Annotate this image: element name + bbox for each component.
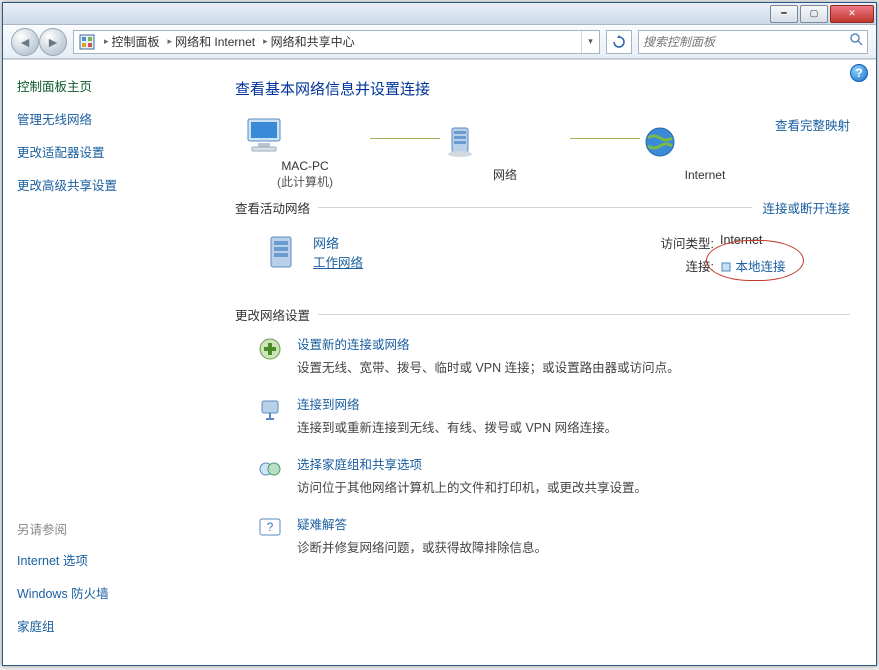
task-link[interactable]: 设置新的连接或网络 xyxy=(297,338,410,352)
connect-network-icon xyxy=(255,394,285,424)
task-link[interactable]: 疑难解答 xyxy=(297,518,347,532)
sidebar-link-sharing[interactable]: 更改高级共享设置 xyxy=(17,175,199,194)
seealso-homegroup[interactable]: 家庭组 xyxy=(17,616,199,635)
nav-bar: ◄ ► ▸控制面板 ▸网络和 Internet ▸网络和共享中心 ▾ xyxy=(3,25,876,59)
search-input[interactable] xyxy=(643,35,849,49)
control-panel-icon xyxy=(74,34,100,50)
troubleshoot-icon: ? xyxy=(255,514,285,544)
breadcrumb-seg-2[interactable]: ▸网络和 Internet xyxy=(164,31,260,53)
map-node-computer: MAC-PC (此计算机) xyxy=(240,115,370,190)
minimize-button[interactable]: ━ xyxy=(770,5,798,23)
active-network-name: 网络 xyxy=(313,233,523,252)
network-large-icon xyxy=(261,233,301,273)
section-heading: 查看活动网络 xyxy=(235,198,310,217)
sidebar-link-adapter[interactable]: 更改适配器设置 xyxy=(17,142,199,161)
map-node-label: MAC-PC xyxy=(240,159,370,173)
refresh-button[interactable] xyxy=(606,30,632,54)
sidebar-heading: 控制面板主页 xyxy=(17,76,199,95)
search-box[interactable] xyxy=(638,30,868,54)
task-connect-network: 连接到网络 连接到或重新连接到无线、有线、拨号或 VPN 网络连接。 xyxy=(255,394,850,436)
task-homegroup: 选择家庭组和共享选项 访问位于其他网络计算机上的文件和打印机，或更改共享设置。 xyxy=(255,454,850,496)
task-troubleshoot: ? 疑难解答 诊断并修复网络问题，或获得故障排除信息。 xyxy=(255,514,850,556)
task-desc: 设置无线、宽带、拨号、临时或 VPN 连接；或设置路由器或访问点。 xyxy=(297,357,680,376)
maximize-button[interactable]: ▢ xyxy=(800,5,828,23)
connect-disconnect-link[interactable]: 连接或断开连接 xyxy=(762,198,850,217)
breadcrumb-label: 网络和 Internet xyxy=(175,33,255,50)
task-desc: 访问位于其他网络计算机上的文件和打印机，或更改共享设置。 xyxy=(297,477,647,496)
task-link[interactable]: 连接到网络 xyxy=(297,398,360,412)
address-bar[interactable]: ▸控制面板 ▸网络和 Internet ▸网络和共享中心 ▾ xyxy=(73,30,600,54)
page-title: 查看基本网络信息并设置连接 xyxy=(235,78,850,99)
access-type-value: Internet xyxy=(720,233,762,252)
network-map: MAC-PC (此计算机) 网络 Internet xyxy=(235,115,775,190)
task-link[interactable]: 选择家庭组和共享选项 xyxy=(297,458,422,472)
access-type-label: 访问类型: xyxy=(650,233,714,252)
map-node-sublabel: (此计算机) xyxy=(240,173,370,190)
breadcrumb-label: 控制面板 xyxy=(112,33,160,50)
map-node-label: Internet xyxy=(640,168,770,182)
content-area: 控制面板主页 管理无线网络 更改适配器设置 更改高级共享设置 另请参阅 Inte… xyxy=(3,59,876,665)
breadcrumb-seg-1[interactable]: ▸控制面板 xyxy=(100,31,164,53)
computer-icon xyxy=(240,115,288,155)
map-node-network: 网络 xyxy=(440,122,570,183)
address-dropdown[interactable]: ▾ xyxy=(581,31,599,53)
svg-text:?: ? xyxy=(267,520,274,534)
breadcrumb-seg-3[interactable]: ▸网络和共享中心 xyxy=(259,31,359,53)
search-icon xyxy=(849,32,863,51)
seealso-heading: 另请参阅 xyxy=(17,519,199,538)
map-connector xyxy=(570,138,640,139)
network-icon xyxy=(440,122,480,162)
task-new-connection: 设置新的连接或网络 设置无线、宽带、拨号、临时或 VPN 连接；或设置路由器或访… xyxy=(255,334,850,376)
change-settings-section: 更改网络设置 设置新的连接或网络 设置无线、宽带、拨号、临时或 VPN 连接；或… xyxy=(235,305,850,556)
titlebar: ━ ▢ ✕ xyxy=(3,3,876,25)
connection-label: 连接: xyxy=(650,256,714,275)
active-network-type[interactable]: 工作网络 xyxy=(313,256,363,270)
sidebar: 控制面板主页 管理无线网络 更改适配器设置 更改高级共享设置 另请参阅 Inte… xyxy=(3,60,213,665)
section-heading: 更改网络设置 xyxy=(235,305,310,324)
connection-link[interactable]: 本地连接 xyxy=(735,260,785,274)
homegroup-icon xyxy=(255,454,285,484)
task-desc: 诊断并修复网络问题，或获得故障排除信息。 xyxy=(297,537,547,556)
globe-icon xyxy=(640,124,680,164)
map-connector xyxy=(370,138,440,139)
close-button[interactable]: ✕ xyxy=(830,5,874,23)
main-pane: ? 查看基本网络信息并设置连接 查看完整映射 MAC-PC (此计算机) 网络 … xyxy=(213,60,876,665)
back-button[interactable]: ◄ xyxy=(11,28,39,56)
adapter-icon xyxy=(720,261,732,273)
map-node-internet: Internet xyxy=(640,124,770,182)
window: ━ ▢ ✕ ◄ ► ▸控制面板 ▸网络和 Internet ▸网络和共享中心 ▾ xyxy=(2,2,877,666)
task-desc: 连接到或重新连接到无线、有线、拨号或 VPN 网络连接。 xyxy=(297,417,617,436)
help-icon[interactable]: ? xyxy=(850,64,868,82)
view-full-map-link[interactable]: 查看完整映射 xyxy=(775,115,850,134)
new-connection-icon xyxy=(255,334,285,364)
map-node-label: 网络 xyxy=(440,166,570,183)
sidebar-link-wireless[interactable]: 管理无线网络 xyxy=(17,109,199,128)
forward-button[interactable]: ► xyxy=(39,28,67,56)
seealso-firewall[interactable]: Windows 防火墙 xyxy=(17,583,199,602)
breadcrumb-label: 网络和共享中心 xyxy=(271,33,355,50)
active-networks-section: 查看活动网络 连接或断开连接 网络 工作网络 访问类型: Internet xyxy=(235,198,850,297)
seealso-internet-options[interactable]: Internet 选项 xyxy=(17,550,199,569)
